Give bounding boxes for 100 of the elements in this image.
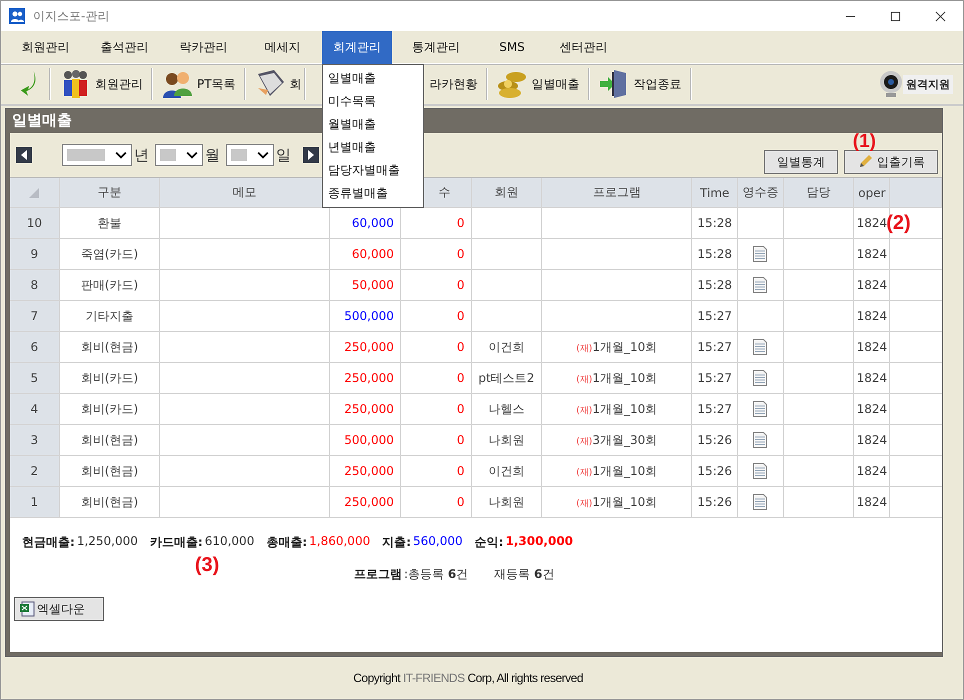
toolbar-button[interactable]: 회원관리 (51, 67, 151, 101)
column-header: 프로그램 (592, 184, 641, 201)
table-cell: 0 (456, 278, 465, 292)
table-cell: 나회원 (488, 432, 524, 448)
year-unit: 년 (134, 146, 149, 164)
table-cell: 15:27 (697, 371, 732, 385)
row-number: 5 (30, 371, 38, 385)
table-cell: 15:28 (697, 278, 732, 292)
toolbar-button[interactable]: 일별매출 (488, 67, 588, 101)
table-cell: 0 (456, 464, 465, 478)
menu-item[interactable]: 센터관리 (544, 30, 623, 64)
column-header: 메모 (232, 184, 257, 201)
menu-item[interactable]: 통계관리 (392, 30, 480, 64)
row-number: 8 (30, 278, 38, 292)
table-cell: (재)3개월_30회 (576, 432, 658, 448)
table-cell: 0 (456, 495, 465, 509)
menu-item[interactable]: 회계관리 (322, 30, 392, 64)
dropdown-item[interactable]: 담당자별매출 (323, 158, 423, 182)
column-header: 영수증 (742, 184, 778, 201)
dropdown-item[interactable]: 미수목록 (323, 90, 423, 112)
table-cell: 250,000 (344, 340, 394, 354)
menu-item[interactable]: 메세지 (243, 30, 322, 64)
table-cell: 회비(현금) (80, 432, 138, 448)
toolbar-button[interactable]: PT목록 (153, 67, 244, 101)
table-cell: (재)1개월_10회 (576, 370, 658, 386)
column-header: oper (858, 186, 886, 200)
table-cell: 죽염(카드) (80, 246, 138, 262)
table-cell: 250,000 (344, 495, 394, 509)
window-title: 이지스포-관리 (33, 8, 110, 24)
excel-download-button[interactable]: 엑셀다운 (14, 597, 104, 621)
table-cell: 이건희 (488, 462, 524, 480)
dropdown-item[interactable]: 일별매출 (323, 66, 423, 90)
table-cell: 0 (456, 371, 465, 385)
table-cell: 1824 (856, 495, 888, 509)
table-cell: 250,000 (344, 402, 394, 416)
column-header: 수 (438, 184, 451, 201)
summary-label: 순익: (474, 534, 504, 551)
table-cell: (재)1개월_10회 (576, 462, 658, 480)
column-header: Time (700, 186, 730, 200)
table-cell: 환불 (97, 214, 122, 232)
row-number: 6 (30, 340, 38, 354)
table-cell: 50,000 (352, 278, 394, 292)
table-cell: 15:28 (697, 216, 732, 230)
toolbar-button[interactable]: 입출기록 (844, 150, 938, 174)
table-cell: 15:26 (697, 433, 732, 447)
row-number: 1 (30, 495, 38, 509)
toolbar-label: 회 (290, 76, 302, 92)
toolbar-button[interactable]: 회 (246, 67, 304, 101)
menu-item[interactable]: 락카관리 (164, 30, 243, 64)
table-cell: 1824 (856, 464, 888, 478)
toolbar-button[interactable]: 작업종료 (590, 67, 690, 101)
table-cell: 1824 (856, 340, 888, 354)
menu-item[interactable]: 회원관리 (6, 30, 85, 64)
table-cell: (재)1개월_10회 (576, 338, 658, 356)
table-cell: 이건희 (488, 338, 524, 356)
table-cell: (재)1개월_10회 (576, 400, 658, 418)
copyright-text: Copyright IT-FRIENDS Corp, All rights reserved (353, 671, 583, 685)
row-number: 10 (26, 216, 42, 230)
toolbar-button[interactable]: 라카현황 (430, 67, 486, 101)
table-cell: 회비(현금) (80, 338, 138, 356)
table-cell: 60,000 (352, 216, 394, 230)
toolbar-label: 일별매출 (532, 76, 580, 92)
table-cell: 회비(카드) (80, 370, 138, 386)
dropdown-item[interactable]: 년별매출 (323, 136, 423, 158)
summary-label: 카드매출: (150, 534, 203, 551)
table-cell: 250,000 (344, 371, 394, 385)
table-cell: 1824 (856, 371, 888, 385)
toolbar-label: 라카현황 (430, 76, 478, 92)
summary-value: 1,860,000 (309, 534, 370, 550)
table-cell: 회비(현금) (80, 494, 138, 510)
summary-value: 재등록 6건 (494, 566, 554, 583)
dropdown-item[interactable]: 월별매출 (323, 112, 423, 136)
summary-value: 610,000 (204, 534, 254, 550)
table-cell: 0 (456, 340, 465, 354)
dropdown-item[interactable]: 종류별매출 (323, 182, 423, 204)
column-header: 구분 (97, 184, 122, 201)
table-cell: 15:26 (697, 495, 732, 509)
toolbar-label: PT목록 (197, 76, 236, 92)
table-cell: 1824 (856, 433, 888, 447)
table-cell: 15:27 (697, 402, 732, 416)
annotation-label: (1) (852, 133, 876, 150)
table-cell: 500,000 (344, 433, 394, 447)
table-cell: 0 (456, 433, 465, 447)
menu-item[interactable]: 출석관리 (85, 30, 164, 64)
remote-support-button[interactable]: 원격지원 (879, 70, 953, 98)
table-cell: 나회원 (488, 494, 524, 510)
table-cell: 0 (456, 216, 465, 230)
table-cell: 판매(카드) (80, 276, 138, 294)
summary-label: 총매출: (266, 534, 308, 551)
table-cell: (재)1개월_10회 (576, 494, 658, 510)
toolbar-button[interactable]: 일별통계 (764, 150, 838, 174)
table-cell: 나헬스 (488, 400, 524, 418)
table-cell: 1824 (856, 402, 888, 416)
table-cell: pt테스트2 (478, 370, 534, 386)
table-cell: 0 (456, 309, 465, 323)
table-cell: 500,000 (344, 309, 394, 323)
column-header: 담당 (806, 184, 831, 201)
menu-item[interactable]: SMS (480, 32, 544, 62)
table-cell: 15:26 (697, 464, 732, 478)
annotation-label: (2) (886, 212, 911, 235)
